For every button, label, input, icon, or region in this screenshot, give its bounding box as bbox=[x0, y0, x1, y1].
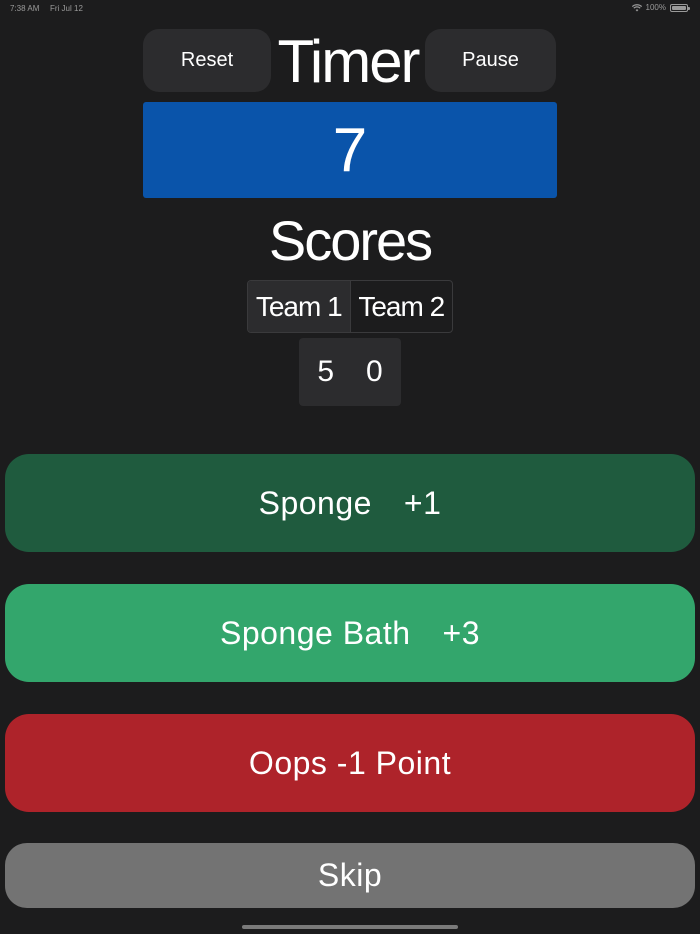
timer-title: Timer bbox=[277, 27, 420, 95]
home-indicator[interactable] bbox=[242, 925, 458, 929]
team-segmented-control[interactable]: Team 1 Team 2 bbox=[247, 280, 453, 333]
sponge-points: +1 bbox=[403, 484, 442, 521]
team-2-segment[interactable]: Team 2 bbox=[351, 281, 453, 332]
sponge-bath-button[interactable]: Sponge Bath +3 bbox=[5, 584, 695, 682]
pause-button[interactable]: Pause bbox=[425, 29, 556, 92]
reset-button[interactable]: Reset bbox=[143, 29, 271, 92]
status-time: 7:38 AM bbox=[10, 4, 40, 13]
status-date: Fri Jul 12 bbox=[50, 4, 83, 13]
team-1-score: 5 bbox=[317, 355, 334, 388]
sponge-button[interactable]: Sponge +1 bbox=[5, 454, 695, 552]
skip-label: Skip bbox=[317, 857, 383, 893]
battery-percent: 100% bbox=[645, 3, 666, 12]
battery-icon bbox=[670, 3, 690, 12]
sponge-label: Sponge bbox=[258, 484, 372, 521]
sponge-bath-label: Sponge Bath bbox=[219, 614, 411, 651]
team-2-score: 0 bbox=[366, 355, 383, 388]
timer-display: 7 bbox=[143, 102, 557, 198]
status-right: 100% bbox=[631, 3, 690, 12]
oops-button[interactable]: Oops -1 Point bbox=[5, 714, 695, 812]
scores-title: Scores bbox=[268, 208, 433, 272]
status-bar: 7:38 AM Fri Jul 12 100% bbox=[0, 0, 700, 16]
sponge-bath-points: +3 bbox=[442, 614, 481, 651]
score-display: 5 0 bbox=[299, 338, 401, 406]
skip-button[interactable]: Skip bbox=[5, 843, 695, 908]
team-1-segment[interactable]: Team 1 bbox=[248, 281, 350, 332]
oops-label: Oops -1 Point bbox=[248, 744, 452, 781]
wifi-icon bbox=[631, 3, 642, 12]
